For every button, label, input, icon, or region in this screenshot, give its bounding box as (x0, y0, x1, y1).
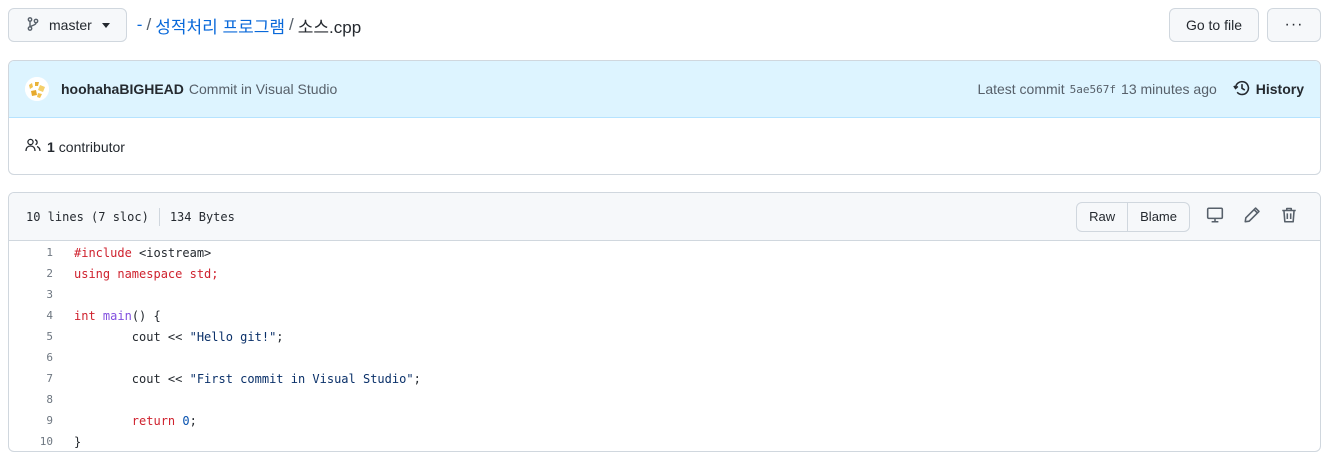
latest-commit-box: hoohahaBIGHEAD Commit in Visual Studio L… (8, 60, 1321, 175)
code-line: 9 return 0; (9, 410, 1320, 431)
code-line: 10} (9, 431, 1320, 451)
code-token: return (131, 413, 176, 428)
breadcrumb-file-name: 소스.cpp (297, 17, 362, 37)
divider (158, 207, 160, 226)
file-viewer: 10 lines (7 sloc) 134 Bytes Raw Blame 1 … (8, 192, 1321, 452)
code-token: <iostream> (131, 245, 212, 260)
top-actions: Go to file ··· (1168, 8, 1321, 42)
code-token: 0 (182, 413, 190, 428)
code-line: 7 cout << "First commit in Visual Studio… (9, 368, 1320, 389)
open-desktop-button[interactable] (1200, 202, 1230, 232)
line-number[interactable]: 5 (9, 330, 54, 343)
branch-select-button[interactable]: master (8, 8, 127, 42)
line-content: int main() { (54, 309, 161, 323)
contributors-row[interactable]: 1 contributor (9, 118, 1320, 174)
code-token: "Hello git!" (189, 329, 277, 344)
commit-sha[interactable]: 5ae567f (1070, 83, 1116, 96)
commit-time: 13 minutes ago (1121, 81, 1217, 97)
line-content: return 0; (54, 414, 197, 428)
breadcrumb-separator: / (289, 15, 294, 34)
line-content: cout << "First commit in Visual Studio"; (54, 372, 421, 386)
code-token: using namespace std; (74, 266, 219, 281)
branch-name: master (49, 17, 92, 33)
latest-commit-label: Latest commit (977, 81, 1065, 97)
code-token: "First commit in Visual Studio" (189, 371, 414, 386)
people-icon (25, 137, 41, 156)
commit-meta: Latest commit 5ae567f 13 minutes ago His… (978, 79, 1304, 100)
git-branch-icon (25, 16, 41, 35)
code-line: 1 #include <iostream> (9, 242, 1320, 263)
line-number[interactable]: 9 (9, 414, 54, 427)
file-header: 10 lines (7 sloc) 134 Bytes Raw Blame (9, 193, 1320, 241)
breadcrumb-folder-link[interactable]: 성적처리 프로그램 (155, 13, 285, 38)
line-number[interactable]: 3 (9, 288, 54, 301)
code-line: 6 (9, 347, 1320, 368)
breadcrumb: - / 성적처리 프로그램 / 소스.cpp (137, 13, 361, 38)
line-number[interactable]: 7 (9, 372, 54, 385)
history-icon (1233, 79, 1251, 100)
code-token: () { (131, 308, 161, 323)
code-token: } (74, 434, 82, 449)
caret-down-icon (101, 22, 110, 28)
file-size: 134 Bytes (169, 209, 235, 224)
raw-button[interactable]: Raw (1076, 201, 1129, 232)
line-number[interactable]: 2 (9, 267, 54, 280)
history-link[interactable]: History (1233, 79, 1304, 100)
go-to-file-button[interactable]: Go to file (1168, 8, 1259, 42)
contributor-count: 1 (47, 138, 55, 155)
commit-message[interactable]: Commit in Visual Studio (189, 81, 337, 97)
breadcrumb-separator: / (146, 15, 152, 34)
edit-file-button[interactable] (1237, 202, 1267, 232)
line-number[interactable]: 8 (9, 393, 54, 406)
line-number[interactable]: 1 (9, 246, 54, 259)
delete-file-button[interactable] (1274, 202, 1304, 232)
line-content: #include <iostream> (54, 246, 211, 260)
line-content: cout << "Hello git!"; (54, 330, 284, 344)
pencil-icon (1243, 206, 1261, 227)
line-content: using namespace std; (54, 267, 219, 281)
file-line-count: 10 lines (7 sloc) (26, 209, 149, 224)
blame-button[interactable]: Blame (1128, 201, 1190, 232)
code-token: cout << (74, 371, 190, 386)
code-line: 2 using namespace std; (9, 263, 1320, 284)
code-token: cout << (74, 329, 190, 344)
breadcrumb-repo-link[interactable]: - (137, 15, 143, 35)
file-navigation: master - / 성적처리 프로그램 / 소스.cpp Go to file… (8, 8, 1321, 42)
more-options-button[interactable]: ··· (1267, 8, 1321, 42)
commit-header: hoohahaBIGHEAD Commit in Visual Studio L… (9, 61, 1320, 118)
line-number[interactable]: 6 (9, 351, 54, 364)
commit-author[interactable]: hoohahaBIGHEAD (61, 81, 184, 97)
code-token: main (102, 308, 132, 323)
trash-icon (1280, 206, 1298, 227)
code-line: 8 (9, 389, 1320, 410)
contributor-label: contributor (58, 138, 125, 155)
code-view: 1 #include <iostream> 2 using namespace std… (9, 241, 1320, 451)
avatar[interactable] (25, 77, 49, 101)
code-line: 4 int main() { (9, 305, 1320, 326)
raw-blame-group: Raw Blame (1076, 201, 1190, 232)
file-actions: Raw Blame (1076, 201, 1304, 232)
file-info: 10 lines (7 sloc) 134 Bytes (26, 207, 235, 226)
code-token: ; (189, 413, 197, 428)
code-token: int (74, 308, 96, 323)
code-token: #include (74, 245, 132, 260)
line-number[interactable]: 10 (9, 435, 54, 448)
code-token: ; (413, 371, 421, 386)
code-token: ; (276, 329, 284, 344)
desktop-icon (1206, 206, 1224, 227)
code-line: 3 (9, 284, 1320, 305)
line-content: } (54, 435, 81, 449)
code-line: 5 cout << "Hello git!"; (9, 326, 1320, 347)
line-number[interactable]: 4 (9, 309, 54, 322)
history-label: History (1255, 81, 1304, 97)
